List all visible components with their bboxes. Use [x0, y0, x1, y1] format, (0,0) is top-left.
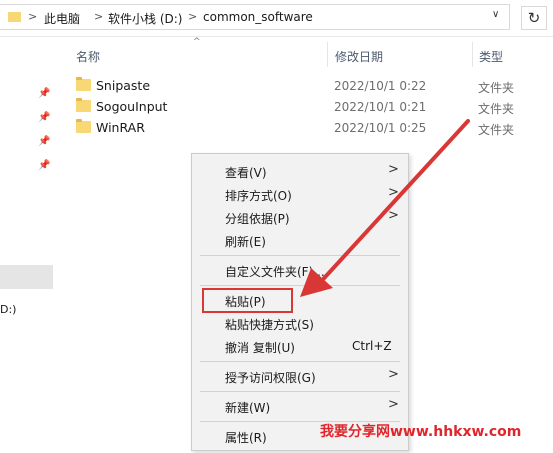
watermark-text: 我要分享网www.hhkxw.com [320, 424, 522, 440]
annotation-arrow [300, 119, 470, 297]
